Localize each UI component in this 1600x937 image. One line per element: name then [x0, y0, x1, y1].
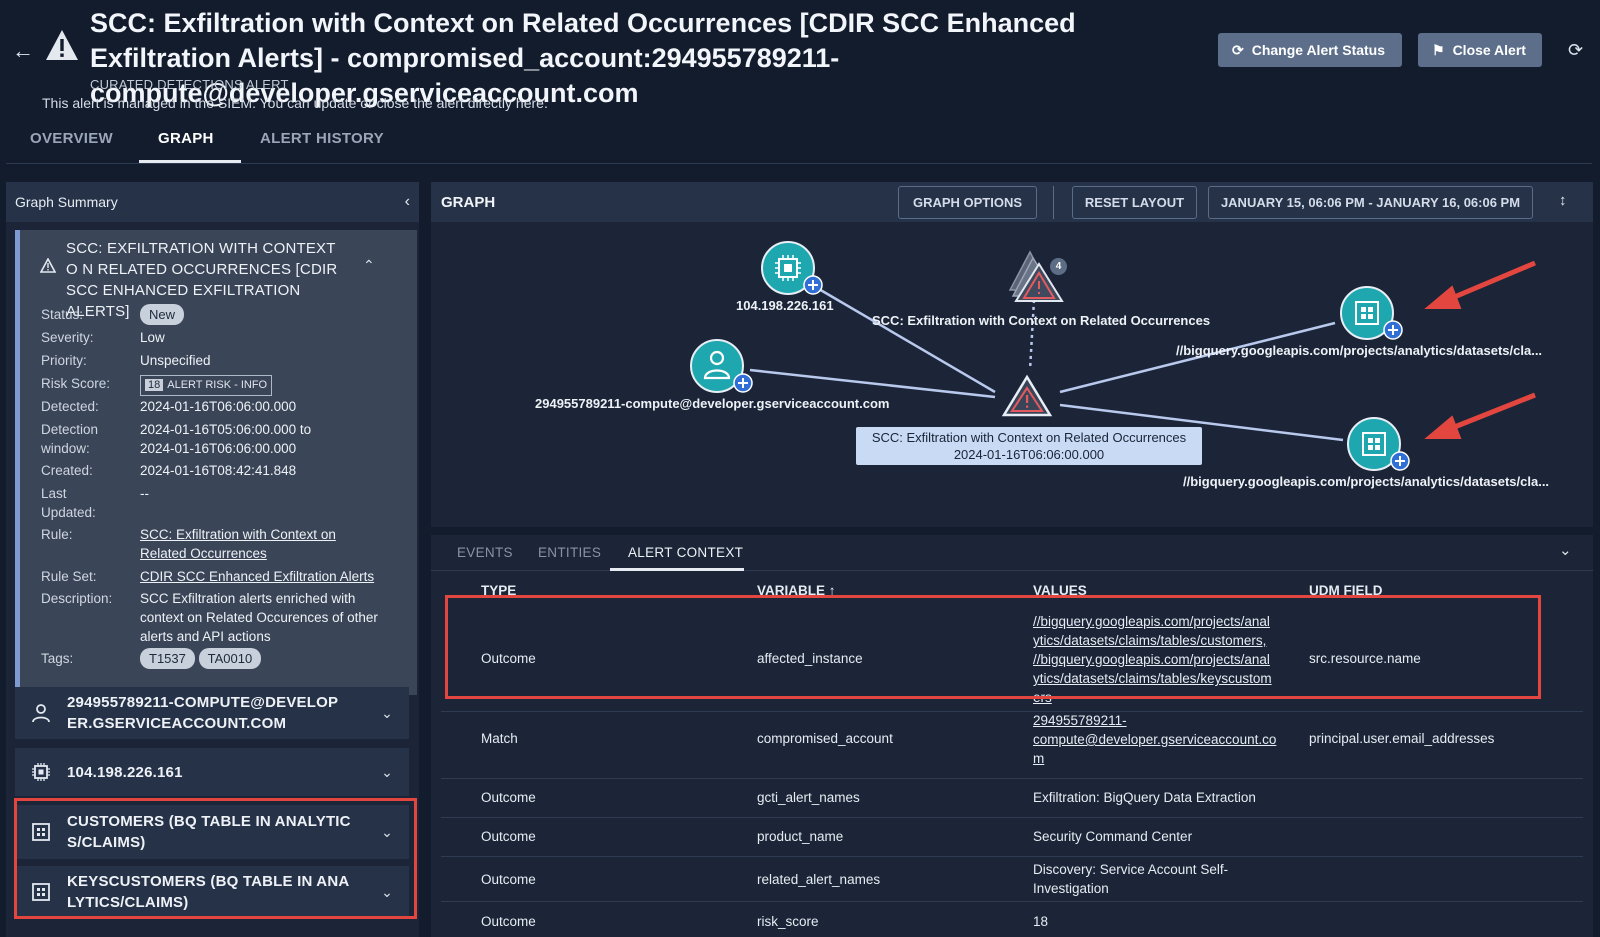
entity-card-label: 294955789211-COMPUTE@DEVELOP ER.GSERVICE… [67, 694, 338, 732]
graph-canvas [690, 241, 1536, 471]
tag-chip[interactable]: T1537 [140, 648, 195, 669]
related-count-badge: 4 [1050, 258, 1067, 275]
center-node-title: SCC: Exfiltration with Context on Relate… [871, 430, 1187, 445]
cell-values: Exfiltration: BigQuery Data Extraction [1033, 790, 1256, 805]
description-label: Description: [41, 591, 113, 606]
description-value: SCC Exfiltration alerts enriched with co… [140, 591, 378, 644]
cell-udm-field: principal.user.email_addresses [1309, 731, 1495, 746]
user-icon [32, 704, 50, 723]
chevron-down-icon[interactable]: ⌄ [365, 764, 409, 781]
chip-icon [32, 763, 50, 781]
chevron-down-icon[interactable]: ⌄ [1559, 541, 1572, 559]
entity-card-ip[interactable]: 104.198.226.161 ⌄ [15, 748, 409, 796]
ip-node[interactable] [761, 241, 823, 295]
cell-values: Security Command Center [1033, 829, 1193, 844]
bottom-tabs: EVENTS ENTITIES ALERT CONTEXT ⌄ [431, 535, 1593, 571]
value-text: Discovery: Service Account Self- [1033, 862, 1229, 877]
cell-values: Discovery: Service Account Self- Investi… [1033, 860, 1288, 898]
cell-values: 18 [1033, 914, 1049, 929]
cell-type: Outcome [481, 790, 536, 805]
cell-variable: related_alert_names [757, 872, 881, 887]
tags-label: Tags: [41, 651, 74, 666]
cell-type: Outcome [481, 829, 536, 844]
cell-type: Outcome [481, 872, 536, 887]
ip-node-label: 104.198.226.161 [736, 298, 834, 313]
cell-type: Outcome [481, 914, 536, 929]
center-node-time: 2024-01-16T06:06:00.000 [953, 447, 1105, 462]
table-row[interactable]: Outcome gcti_alert_names Exfiltration: B… [441, 779, 1583, 818]
center-alert-node[interactable] [1001, 374, 1053, 417]
center-node-label: SCC: Exfiltration with Context on Relate… [856, 427, 1202, 465]
annotation-arrow [1424, 260, 1536, 309]
entity-card-account[interactable]: 294955789211-COMPUTE@DEVELOP ER.GSERVICE… [15, 687, 409, 739]
cell-type: Match [481, 731, 518, 746]
account-node[interactable] [690, 339, 753, 393]
table-node-customers[interactable] [1340, 286, 1403, 340]
table-row[interactable]: Outcome risk_score 18 [441, 902, 1583, 937]
value-link[interactable]: compute@developer.gserviceaccount.co [1033, 732, 1276, 747]
table-row[interactable]: Match compromised_account 294955789211- … [441, 712, 1583, 779]
tag-chip[interactable]: TA0010 [198, 648, 262, 669]
cell-variable: gcti_alert_names [757, 790, 860, 805]
tab-alert-context[interactable]: ALERT CONTEXT [628, 545, 743, 560]
highlight-box [445, 595, 1541, 699]
account-node-label: 294955789211-compute@developer.gservicea… [535, 396, 890, 411]
rule-set-label: Rule Set: [41, 569, 97, 584]
table-row[interactable]: Outcome related_alert_names Discovery: S… [441, 857, 1583, 902]
graph-edge-dotted [1028, 299, 1036, 371]
value-link[interactable]: 294955789211- [1033, 713, 1127, 728]
cell-values: 294955789211- compute@developer.gservice… [1033, 711, 1288, 768]
annotation-arrow [1424, 392, 1536, 439]
tab-events[interactable]: EVENTS [457, 545, 513, 560]
cell-variable: compromised_account [757, 731, 893, 746]
cell-variable: risk_score [757, 914, 819, 929]
highlight-box [14, 798, 417, 919]
related-node-label: SCC: Exfiltration with Context on Relate… [872, 313, 1211, 328]
rule-set-link[interactable]: CDIR SCC Enhanced Exfiltration Alerts [140, 569, 374, 584]
graph-edge [749, 368, 996, 399]
table-row[interactable]: Outcome product_name Security Command Ce… [441, 818, 1583, 857]
graph-edge [811, 283, 996, 394]
table-node-keyscustomers[interactable] [1347, 417, 1410, 471]
active-tab-indicator [610, 568, 744, 571]
alert-context-panel: EVENTS ENTITIES ALERT CONTEXT ⌄ TYPE VAR… [431, 535, 1593, 937]
table-node-label: //bigquery.googleapis.com/projects/analy… [1176, 343, 1543, 358]
chevron-down-icon[interactable]: ⌄ [365, 705, 409, 722]
value-link[interactable]: m [1033, 751, 1044, 766]
cell-variable: product_name [757, 829, 844, 844]
tab-entities[interactable]: ENTITIES [538, 545, 601, 560]
value-text: Investigation [1033, 881, 1109, 896]
rule-link[interactable]: SCC: Exfiltration with Context on Relate… [140, 527, 336, 561]
entity-card-label: 104.198.226.161 [67, 763, 183, 781]
table-node-label: //bigquery.googleapis.com/projects/analy… [1183, 474, 1550, 489]
